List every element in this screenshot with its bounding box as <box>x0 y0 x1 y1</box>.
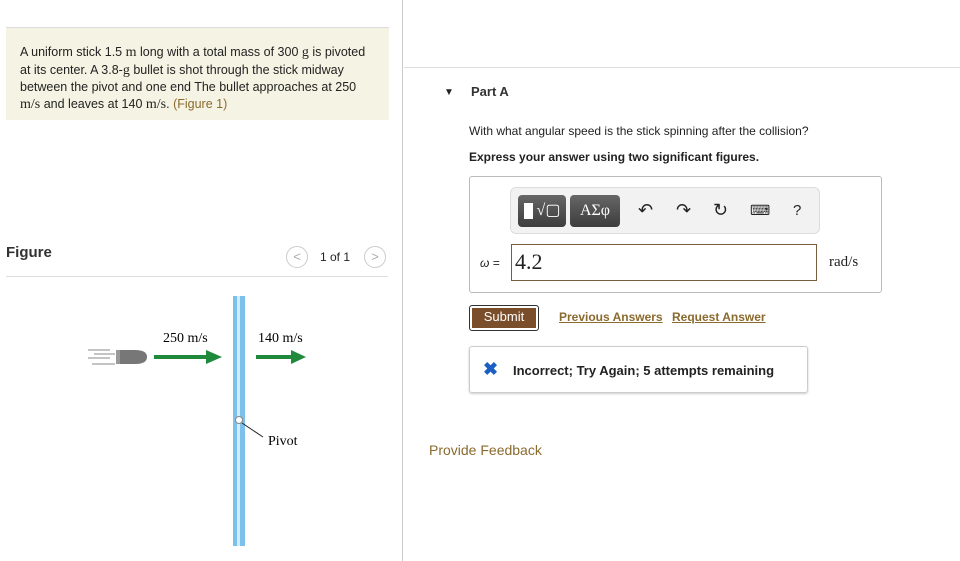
unit-label: rad/s <box>829 254 859 270</box>
result-message: ✖ Incorrect; Try Again; 5 attempts remai… <box>469 346 808 393</box>
reset-icon[interactable]: ↻ <box>713 200 728 221</box>
variable-label: ω = <box>480 256 500 270</box>
previous-answers-link[interactable]: Previous Answers <box>559 310 663 324</box>
label-140: 140 m/s <box>258 331 303 346</box>
part-label: Part A <box>471 84 509 99</box>
next-figure-button[interactable]: > <box>364 246 386 268</box>
pivot-point <box>235 416 243 424</box>
divider <box>402 0 403 561</box>
redo-icon[interactable]: ↷ <box>676 200 691 221</box>
figure-diagram: 250 m/s 140 m/s Pivot <box>88 296 306 546</box>
instruction-text: Express your answer using two significan… <box>469 150 760 164</box>
bullet-icon <box>88 349 147 365</box>
arrow-outgoing <box>256 350 306 364</box>
figure-link[interactable]: (Figure 1) <box>173 97 227 111</box>
problem-statement: A uniform stick 1.5 m long with a total … <box>6 27 389 120</box>
templates-button[interactable]: √▢ <box>518 195 566 227</box>
undo-icon[interactable]: ↶ <box>638 200 653 221</box>
arrow-incoming <box>154 350 222 364</box>
figure-title: Figure <box>6 244 52 261</box>
collapse-triangle-icon[interactable]: ▼ <box>444 87 454 98</box>
figure-pager: 1 of 1 <box>320 250 351 264</box>
incorrect-x-icon: ✖ <box>483 359 499 379</box>
label-250: 250 m/s <box>163 331 208 346</box>
request-answer-link[interactable]: Request Answer <box>672 310 766 324</box>
provide-feedback-link[interactable]: Provide Feedback <box>429 442 542 458</box>
greek-button[interactable]: ΑΣφ <box>570 195 620 227</box>
question-text: With what angular speed is the stick spi… <box>469 124 809 138</box>
submit-button[interactable]: Submit <box>469 305 539 331</box>
result-text: Incorrect; Try Again; 5 attempts remaini… <box>513 363 775 378</box>
answer-input[interactable]: 4.2 <box>511 244 817 281</box>
prev-figure-button[interactable]: < <box>286 246 308 268</box>
figure-divider <box>6 276 388 277</box>
keyboard-icon[interactable]: ⌨ <box>750 202 770 219</box>
help-button[interactable]: ? <box>793 202 801 219</box>
part-a-header[interactable]: ▼ Part A <box>404 67 960 114</box>
label-pivot: Pivot <box>268 434 298 449</box>
math-toolbar: √▢ ΑΣφ ↶ ↷ ↻ ⌨ ? <box>510 187 820 234</box>
